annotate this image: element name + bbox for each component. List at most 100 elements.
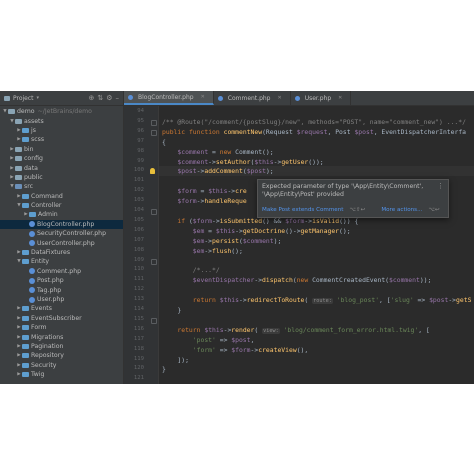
tree-item[interactable]: SecurityController.php — [0, 229, 123, 238]
line-number: 112 — [133, 286, 144, 293]
tree-item[interactable]: ▼ Entity — [0, 257, 123, 266]
tree-item[interactable]: ▶ Twig — [0, 370, 123, 379]
fold-marker-icon[interactable] — [151, 258, 157, 265]
tree-item-label: scss — [31, 136, 45, 144]
project-title[interactable]: Project — [13, 95, 34, 102]
chevron-down-icon[interactable]: ▾ — [37, 95, 40, 101]
quick-fix-link[interactable]: Make Post extends Comment — [262, 207, 343, 213]
tree-item[interactable]: ▶ Security — [0, 361, 123, 370]
line-number: 116 — [133, 325, 144, 332]
editor-tab[interactable]: BlogController.php ✕ — [124, 91, 214, 105]
close-icon[interactable]: ✕ — [278, 95, 282, 101]
tree-item[interactable]: UserController.php — [0, 238, 123, 247]
tree-item-label: js — [31, 126, 36, 134]
code-line[interactable]: 'post' => $post, — [162, 336, 255, 344]
code-line[interactable]: $form->handleReque — [162, 197, 246, 205]
line-number: 120 — [133, 365, 144, 372]
code-line[interactable]: $comment->setAuthor($this->getUser()); — [162, 158, 323, 166]
tree-item[interactable]: ▶ Pagination — [0, 342, 123, 351]
tree-item[interactable]: User.php — [0, 295, 123, 304]
code-line[interactable]: } — [162, 365, 166, 373]
tree-item-label: Pagination — [31, 342, 64, 350]
tree-item[interactable]: ▶ EventSubscriber — [0, 314, 123, 323]
code-line[interactable]: $em = $this->getDoctrine()->getManager()… — [162, 227, 351, 235]
folder-icon — [22, 137, 29, 143]
tree-item-label: User.php — [37, 296, 65, 303]
line-number: 98 — [137, 147, 144, 154]
close-icon[interactable]: ✕ — [338, 95, 342, 101]
folder-icon — [22, 353, 29, 359]
fold-marker-icon[interactable] — [151, 119, 157, 126]
line-number: 109 — [133, 256, 144, 263]
close-icon[interactable]: ✕ — [201, 94, 205, 100]
line-number: 101 — [133, 177, 144, 184]
vertical-dots-icon[interactable]: ⋮ — [437, 182, 444, 190]
tree-item[interactable]: ▼ demo ~/JetBrains/demo — [0, 107, 123, 116]
tree-item[interactable]: ▼ Controller — [0, 201, 123, 210]
more-actions-link[interactable]: More actions... — [381, 207, 422, 213]
folder-icon — [22, 334, 29, 340]
tree-item[interactable]: ▶ scss — [0, 135, 123, 144]
source-folder-icon — [15, 184, 22, 190]
tree-item[interactable]: Tag.php — [0, 285, 123, 294]
code-line[interactable]: if ($form->isSubmitted() && $form->isVal… — [162, 217, 358, 225]
fold-marker-icon[interactable] — [151, 317, 157, 324]
editor-tab[interactable]: User.php ✕ — [291, 91, 352, 105]
folder-icon — [22, 259, 29, 265]
code-line[interactable]: $form = $this->cre — [162, 187, 246, 195]
folder-icon — [15, 118, 22, 124]
code-line[interactable]: return $this->render( view: 'blog/commen… — [162, 326, 430, 334]
code-line[interactable]: /** @Route("/comment/{postSlug}/new", me… — [162, 118, 466, 126]
code-line[interactable]: $post->addComment($post); — [162, 167, 273, 175]
tree-item-label: Migrations — [31, 333, 64, 341]
tree-item[interactable]: ▶ js — [0, 126, 123, 135]
inspection-message: Expected parameter of type '\App\Entity\… — [262, 183, 424, 198]
tree-item[interactable]: ▶ data — [0, 163, 123, 172]
code-line[interactable]: /*...*/ — [162, 266, 220, 274]
code-line[interactable]: $eventDispatcher->dispatch(new CommentCr… — [162, 276, 432, 284]
tree-item[interactable]: ▶ Migrations — [0, 332, 123, 341]
code-line[interactable]: } — [162, 306, 181, 314]
locate-icon[interactable]: ⊕ — [88, 94, 94, 102]
code-area[interactable]: /** @Route("/comment/{postSlug}/new", me… — [162, 106, 474, 384]
code-line[interactable]: ]); — [162, 356, 189, 364]
code-line[interactable]: $em->persist($comment); — [162, 237, 282, 245]
code-line[interactable]: public function commentNew(Request $requ… — [162, 128, 466, 136]
collapse-icon[interactable]: ⇅ — [97, 94, 103, 102]
code-line[interactable]: return $this->redirectToRoute( route: 'b… — [162, 296, 471, 305]
tree-item[interactable]: ▶ public — [0, 173, 123, 182]
fold-marker-icon[interactable] — [151, 129, 157, 136]
lightbulb-icon[interactable] — [150, 168, 155, 175]
inspection-popup: Expected parameter of type '\App\Entity\… — [257, 179, 449, 218]
tree-item[interactable]: ▶ bin — [0, 145, 123, 154]
code-line[interactable]: 'form' => $form->createView(), — [162, 346, 308, 354]
project-tree: ▼ demo ~/JetBrains/demo ▼ assets ▶ js ▶ scss ▶ bin… — [0, 106, 123, 379]
project-panel: Project ▾ ⊕ ⇅ ⚙ – ▼ demo ~/JetBrains/demo ▼… — [0, 91, 124, 384]
tree-item-label: config — [24, 155, 43, 163]
tree-item[interactable]: ▶ Command — [0, 192, 123, 201]
tree-item-label: Command — [31, 192, 63, 200]
tree-item[interactable]: ▶ Form — [0, 323, 123, 332]
tree-item[interactable]: ▶ Events — [0, 304, 123, 313]
fold-marker-icon[interactable] — [151, 209, 157, 215]
editor-tab[interactable]: Comment.php ✕ — [214, 91, 291, 105]
code-line[interactable]: $comment = new Comment(); — [162, 148, 273, 156]
tree-item[interactable]: ▶ Repository — [0, 351, 123, 360]
code-line[interactable]: $em->flush(); — [162, 247, 243, 255]
tree-item[interactable]: ▼ assets — [0, 116, 123, 125]
tree-item[interactable]: ▼ src — [0, 182, 123, 191]
php-file-icon — [29, 240, 35, 247]
tree-item[interactable]: ▶ Admin — [0, 210, 123, 219]
tree-item[interactable]: Post.php — [0, 276, 123, 285]
line-number: 106 — [133, 226, 144, 233]
folder-icon — [15, 165, 22, 171]
tree-item[interactable]: ▶ DataFixtures — [0, 248, 123, 257]
tree-item-label: Events — [31, 305, 52, 313]
tree-item[interactable]: Comment.php — [0, 267, 123, 276]
gear-icon[interactable]: ⚙ — [106, 94, 112, 102]
tree-item[interactable]: BlogController.php — [0, 219, 123, 230]
code-editor[interactable]: 94 95 96 97 98 99 100 101 102 103 104 105 106 107 108 1… — [124, 106, 474, 384]
hide-icon[interactable]: – — [116, 94, 120, 102]
tree-item[interactable]: ▶ config — [0, 154, 123, 163]
code-line[interactable]: { — [162, 138, 166, 146]
